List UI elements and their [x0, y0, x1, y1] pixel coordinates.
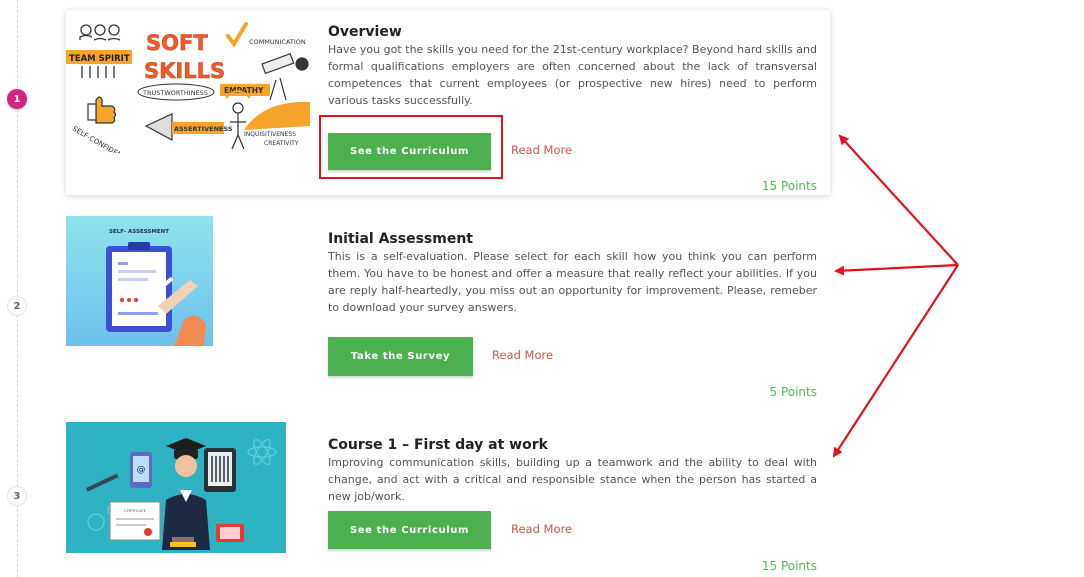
points-label: 15 Points — [761, 179, 817, 193]
word-assertiveness: ASSERTIVENESS — [174, 125, 233, 133]
step-badge-2: 2 — [7, 296, 27, 316]
word-inquisitiveness: INQUISITIVENESS — [244, 131, 296, 138]
word-creativity: CREATIVITY — [264, 140, 299, 147]
annotation-arrow-3 — [832, 264, 959, 458]
self-assessment-caption: SELF- ASSESSMENT — [109, 229, 169, 235]
certificate-text: CERTIFICATE — [124, 509, 146, 513]
soft-skills-illustration: TEAM SPIRIT SOFT SKILLS COMMUNICATION TR… — [66, 18, 310, 153]
course-card-initial-assessment: SELF- ASSESSMENT Initial Assessment This… — [66, 215, 830, 405]
annotation-arrow-1 — [838, 134, 959, 266]
item-title: Overview — [328, 24, 402, 40]
item-description: This is a self-evaluation. Please select… — [328, 250, 817, 314]
step-badge-1: 1 — [7, 89, 27, 109]
graduate-illustration: @ CERTIFICATE — [66, 422, 286, 553]
see-curriculum-button[interactable]: See the Curriculum — [328, 133, 491, 170]
course-card-first-day: @ CERTIFICATE Course 1 – First day at wo… — [66, 421, 830, 577]
item-description: Have you got the skills you need for the… — [328, 43, 817, 107]
item-title: Course 1 – First day at work — [328, 437, 548, 453]
course-card-overview: TEAM SPIRIT SOFT SKILLS COMMUNICATION TR… — [66, 10, 830, 195]
read-more-link[interactable]: Read More — [492, 348, 553, 362]
read-more-link[interactable]: Read More — [511, 522, 572, 536]
take-survey-button[interactable]: Take the Survey — [328, 337, 473, 376]
svg-text:@: @ — [137, 465, 146, 475]
annotation-arrow-2 — [834, 263, 959, 276]
self-assessment-illustration: SELF- ASSESSMENT — [66, 216, 213, 346]
word-skills: SKILLS — [144, 59, 225, 83]
read-more-link[interactable]: Read More — [511, 143, 572, 157]
see-curriculum-button[interactable]: See the Curriculum — [328, 511, 491, 549]
word-team-spirit: TEAM SPIRIT — [69, 54, 130, 64]
points-label: 5 Points — [769, 385, 818, 399]
word-soft: SOFT — [146, 31, 208, 55]
item-description: Improving communication skills, building… — [328, 456, 817, 503]
word-trustworthiness: TRUSTWORTHINESS — [142, 89, 208, 97]
item-title: Initial Assessment — [328, 231, 473, 247]
points-label: 15 Points — [761, 559, 817, 573]
step-badge-3: 3 — [7, 486, 27, 506]
word-communication: COMMUNICATION — [249, 38, 306, 46]
